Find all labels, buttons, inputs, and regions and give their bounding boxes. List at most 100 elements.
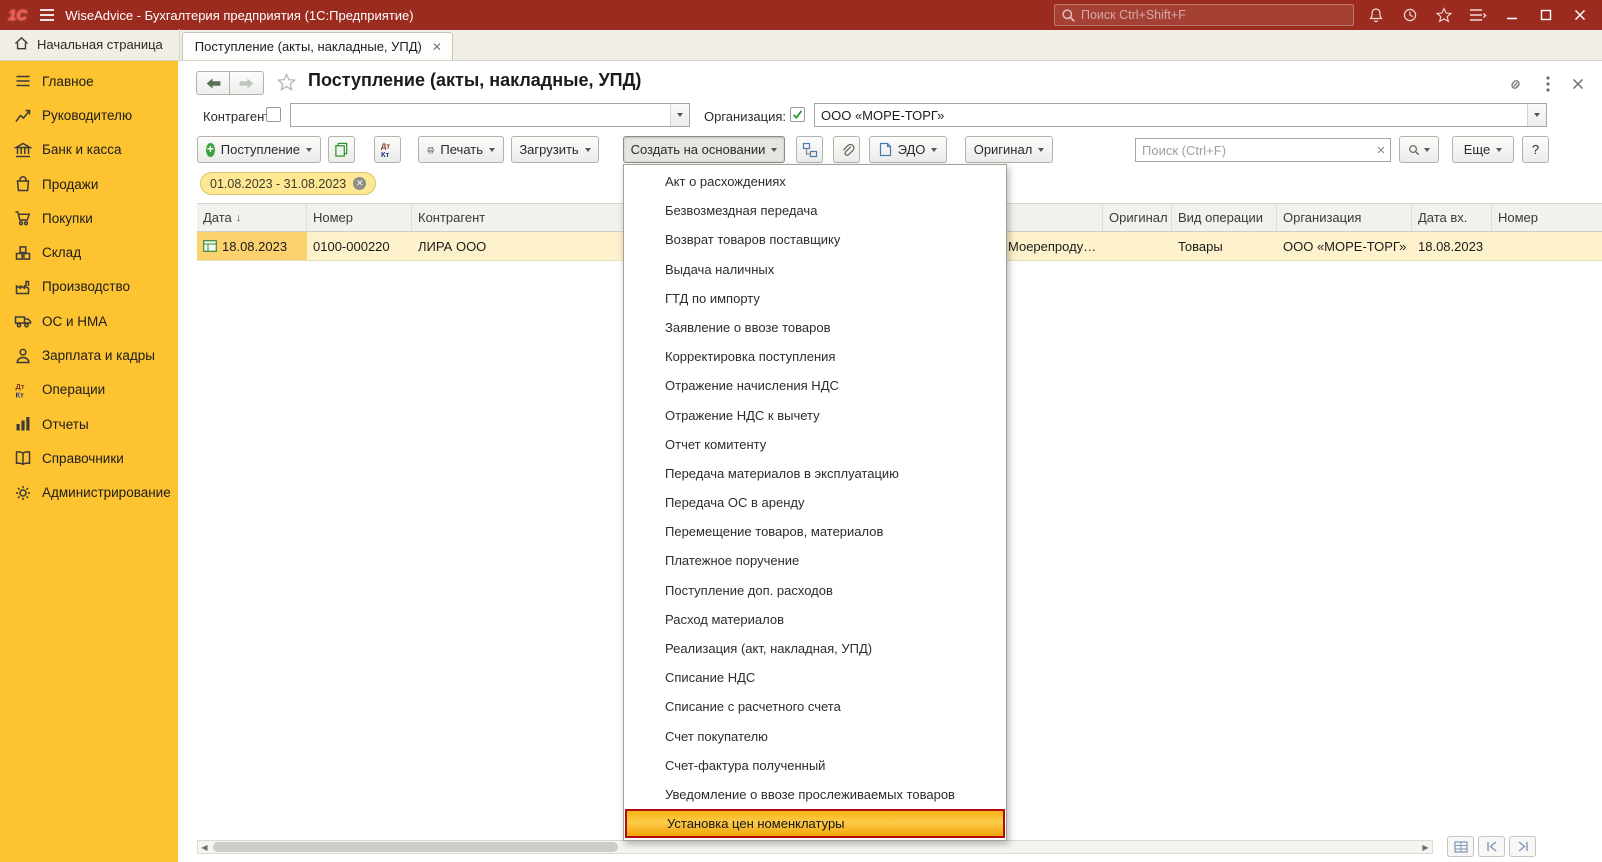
menu-item[interactable]: ГТД по импорту [625, 284, 1005, 313]
menu-item[interactable]: Реализация (акт, накладная, УПД) [625, 634, 1005, 663]
forward-button[interactable] [230, 71, 264, 95]
menu-item[interactable]: Отражение НДС к вычету [625, 401, 1005, 430]
cell-number[interactable]: 0100-000220 [307, 232, 412, 260]
list-search-input[interactable] [1136, 142, 1372, 158]
scroll-thumb[interactable] [213, 842, 618, 852]
menu-item[interactable]: Списание НДС [625, 663, 1005, 692]
menu-item[interactable]: Выдача наличных [625, 255, 1005, 284]
menu-item[interactable]: Счет покупателю [625, 722, 1005, 751]
sidebar-item-0[interactable]: Главное [0, 64, 178, 98]
column-header-number2[interactable]: Номер [1492, 204, 1602, 231]
edo-button[interactable]: ЭДО [869, 136, 947, 163]
help-button[interactable]: ? [1522, 136, 1549, 163]
kontragent-checkbox[interactable] [266, 107, 281, 122]
home-tab[interactable]: Начальная страница [0, 29, 180, 60]
bell-icon[interactable] [1364, 3, 1388, 27]
menu-item[interactable]: Уведомление о ввозе прослеживаемых товар… [625, 780, 1005, 809]
global-search-input[interactable] [1055, 5, 1353, 25]
menu-item[interactable]: Отчет комитенту [625, 430, 1005, 459]
sidebar-item-3[interactable]: Продажи [0, 167, 178, 201]
menu-item[interactable]: Передача ОС в аренду [625, 488, 1005, 517]
close-window-button[interactable] [1568, 3, 1592, 27]
dtkt-button[interactable]: Дт Кт [374, 136, 401, 163]
list-search-box[interactable]: ✕ [1135, 138, 1391, 162]
sidebar-item-7[interactable]: ОС и НМА [0, 304, 178, 338]
search-settings-button[interactable] [1399, 136, 1439, 163]
org-checkbox[interactable] [790, 107, 805, 122]
sidebar-item-8[interactable]: Зарплата и кадры [0, 338, 178, 372]
cell-date[interactable]: 18.08.2023 [197, 232, 307, 260]
create-based-on-button[interactable]: Создать на основании [623, 136, 785, 163]
scroll-right-button[interactable]: ▶ [1419, 841, 1432, 853]
favorites-star-icon[interactable] [1432, 3, 1456, 27]
period-filter-chip[interactable]: 01.08.2023 - 31.08.2023 ✕ [200, 172, 377, 195]
sidebar-item-2[interactable]: Банк и касса [0, 133, 178, 167]
menu-item[interactable]: Передача материалов в эксплуатацию [625, 459, 1005, 488]
sidebar-item-11[interactable]: Справочники [0, 441, 178, 475]
print-button[interactable]: Печать [418, 136, 504, 163]
sidebar-item-12[interactable]: Администрирование [0, 476, 178, 510]
sidebar-item-6[interactable]: Производство [0, 270, 178, 304]
back-button[interactable] [196, 71, 230, 95]
copy-button[interactable] [328, 136, 355, 163]
sidebar-item-9[interactable]: Дт Кт Операции [0, 373, 178, 407]
related-documents-button[interactable] [796, 136, 823, 163]
h-scrollbar[interactable]: ◀ ▶ [197, 840, 1433, 854]
history-icon[interactable] [1398, 3, 1422, 27]
menu-item[interactable]: Списание с расчетного счета [625, 692, 1005, 721]
list-footer-button-2[interactable] [1478, 836, 1505, 857]
menu-item[interactable]: Поступление доп. расходов [625, 576, 1005, 605]
sidebar-item-10[interactable]: Отчеты [0, 407, 178, 441]
maximize-button[interactable] [1534, 3, 1558, 27]
scroll-left-button[interactable]: ◀ [198, 841, 211, 853]
menu-item-selected[interactable]: Установка цен номенклатуры [625, 809, 1005, 839]
close-page-button[interactable] [1568, 74, 1588, 94]
service-menu-icon[interactable] [1466, 3, 1490, 27]
org-combobox[interactable]: ООО «МОРЕ-ТОРГ» [814, 103, 1547, 127]
menu-item[interactable]: Перемещение товаров, материалов [625, 517, 1005, 546]
kontragent-combobox[interactable] [290, 103, 690, 127]
tab-close-icon[interactable]: ✕ [432, 41, 442, 53]
more-button[interactable]: Еще [1452, 136, 1514, 163]
column-header-original[interactable]: Оригинал [1103, 204, 1172, 231]
sidebar-item-5[interactable]: Склад [0, 235, 178, 269]
menu-item[interactable]: Возврат товаров поставщику [625, 225, 1005, 254]
cell-date-in[interactable]: 18.08.2023 [1412, 232, 1492, 260]
list-footer-button-1[interactable] [1447, 836, 1474, 857]
postuplenie-button[interactable]: + Поступление [197, 136, 321, 163]
column-header-operation[interactable]: Вид операции [1172, 204, 1277, 231]
kebab-menu-icon[interactable] [1538, 74, 1558, 94]
org-dropdown-button[interactable] [1527, 104, 1546, 126]
cell-org[interactable]: ООО «МОРЕ-ТОРГ» [1277, 232, 1412, 260]
menu-item[interactable]: Расход материалов [625, 605, 1005, 634]
tab-postuplenie[interactable]: Поступление (акты, накладные, УПД) ✕ [181, 32, 453, 60]
attachments-button[interactable] [833, 136, 860, 163]
cell-number2[interactable] [1492, 232, 1602, 260]
sidebar-item-4[interactable]: Покупки [0, 201, 178, 235]
link-icon[interactable] [1505, 74, 1525, 94]
menu-item[interactable]: Корректировка поступления [625, 342, 1005, 371]
menu-item[interactable]: Безвозмездная передача [625, 196, 1005, 225]
menu-item[interactable]: Платежное поручение [625, 546, 1005, 575]
menu-item[interactable]: Счет-фактура полученный [625, 751, 1005, 780]
main-menu-icon[interactable] [39, 8, 55, 22]
load-button[interactable]: Загрузить [511, 136, 599, 163]
list-footer-button-3[interactable] [1509, 836, 1536, 857]
column-header-number[interactable]: Номер [307, 204, 412, 231]
column-header-org[interactable]: Организация [1277, 204, 1412, 231]
cell-operation[interactable]: Товары [1172, 232, 1277, 260]
minimize-button[interactable] [1500, 3, 1524, 27]
kontragent-dropdown-button[interactable] [670, 104, 689, 126]
cell-original[interactable] [1103, 232, 1172, 260]
menu-item[interactable]: Заявление о ввозе товаров [625, 313, 1005, 342]
original-button[interactable]: Оригинал [965, 136, 1053, 163]
menu-item[interactable]: Акт о расхождениях [625, 167, 1005, 196]
sidebar-item-1[interactable]: Руководителю [0, 98, 178, 132]
favorite-star-icon[interactable] [276, 72, 297, 96]
remove-filter-icon[interactable]: ✕ [353, 177, 367, 190]
scroll-track[interactable] [211, 841, 1419, 853]
column-header-date-in[interactable]: Дата вх. [1412, 204, 1492, 231]
column-header-date[interactable]: Дата ↓ [197, 204, 307, 231]
menu-item[interactable]: Отражение начисления НДС [625, 371, 1005, 400]
clear-search-icon[interactable]: ✕ [1372, 144, 1390, 157]
